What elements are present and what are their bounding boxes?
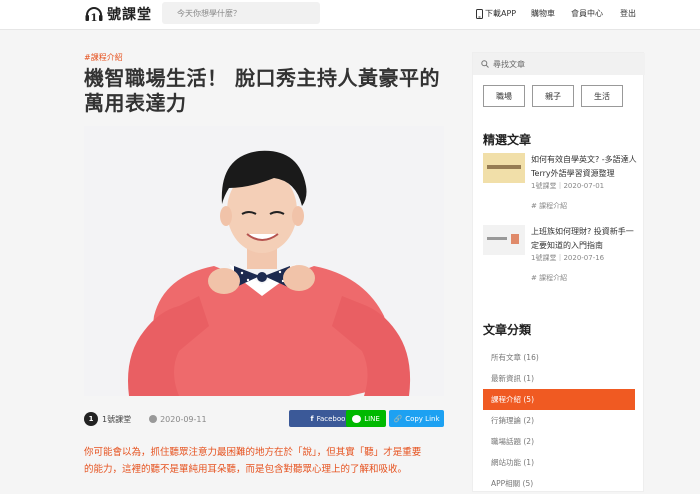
- svg-text:1: 1: [91, 13, 98, 24]
- category-item[interactable]: 網站功能 (1): [483, 452, 635, 473]
- facebook-icon: f: [310, 414, 314, 423]
- tag-button-parenting[interactable]: 親子: [532, 85, 574, 107]
- article-title: 機智職場生活！ 脫口秀主持人黃豪平的 萬用表達力: [84, 66, 444, 116]
- nav-download-app-label: 下載APP: [485, 9, 517, 18]
- share-line-label: LINE: [364, 414, 380, 423]
- featured-article-2[interactable]: 上班族如何理財? 投資新手一定要知道的入門指南 1號課堂｜2020-07-16 …: [483, 225, 638, 285]
- line-icon: [352, 414, 362, 423]
- nav-logout-label: 登出: [620, 9, 636, 18]
- sidebar-search[interactable]: [473, 53, 645, 75]
- nav-cart[interactable]: 購物車: [531, 8, 555, 19]
- author-name[interactable]: 1號課堂: [102, 414, 131, 425]
- featured-title[interactable]: 上班族如何理財? 投資新手一定要知道的入門指南: [531, 225, 639, 253]
- featured-meta: 1號課堂｜2020-07-16: [531, 254, 605, 262]
- phone-icon: [476, 8, 483, 19]
- link-icon: 🔗: [393, 414, 403, 423]
- featured-thumbnail: [483, 225, 525, 255]
- article-title-line2: 萬用表達力: [84, 91, 187, 115]
- tag-button-life[interactable]: 生活: [581, 85, 623, 107]
- header-search[interactable]: [162, 2, 320, 24]
- article-category-tag[interactable]: #課程介紹: [84, 52, 444, 63]
- logo-headphones-icon: 1: [84, 4, 104, 24]
- featured-title[interactable]: 如何有效自學英文? -多語達人Terry外語學習資源整理: [531, 153, 639, 181]
- article-title-line1: 機智職場生活！ 脫口秀主持人黃豪平的: [84, 66, 440, 90]
- nav-download-app[interactable]: 下載APP: [476, 8, 516, 19]
- article-lead-line2: 的能力，這裡的聽不是單純用耳朵聽，而是包含對聽眾心理上的了解和吸收。: [84, 464, 408, 475]
- featured-heading: 精選文章: [483, 133, 532, 147]
- featured-meta: 1號課堂｜2020-07-01: [531, 182, 605, 190]
- sidebar-search-input[interactable]: [493, 59, 633, 69]
- article-meta: 1 1號課堂 2020-09-11 f Facebook LINE 🔗 Copy…: [84, 410, 444, 428]
- article-lead-line1: 你可能會以為，抓住聽眾注意力最困難的地方在於「說」，但其實「聽」才是重要: [84, 447, 422, 458]
- categories-heading: 文章分類: [483, 323, 532, 337]
- site-logo[interactable]: 1 號課堂: [84, 3, 152, 25]
- featured-tag[interactable]: # 課程介紹: [531, 273, 567, 283]
- search-input[interactable]: [177, 8, 307, 18]
- article-date: 2020-09-11: [160, 414, 207, 424]
- clock-icon: [149, 415, 158, 423]
- nav-member-label: 會員中心: [571, 9, 603, 18]
- tag-button-workplace[interactable]: 職場: [483, 85, 525, 107]
- article-lead: 你可能會以為，抓住聽眾注意力最困難的地方在於「說」，但其實「聽」才是重要 的能力…: [84, 444, 444, 478]
- category-item[interactable]: 職場話題 (2): [483, 431, 635, 452]
- top-bar: 1 號課堂 下載APP 購物車 會員中心 登出: [0, 0, 700, 30]
- featured-thumbnail: [483, 153, 525, 183]
- category-item[interactable]: 最新資訊 (1): [483, 368, 635, 389]
- copy-link-button[interactable]: 🔗 Copy Link: [389, 410, 444, 427]
- author-avatar: 1: [84, 412, 98, 426]
- sidebar: 職場 親子 生活 精選文章 如何有效自學英文? -多語達人Terry外語學習資源…: [472, 52, 645, 494]
- copy-link-label: Copy Link: [405, 414, 440, 423]
- category-list: 所有文章 (16) 最新資訊 (1) 課程介紹 (5) 行銷理論 (2) 職場話…: [483, 347, 635, 494]
- nav-logout[interactable]: 登出: [620, 8, 636, 19]
- presenter-photo: [84, 126, 444, 396]
- article-header: #課程介紹 機智職場生活！ 脫口秀主持人黃豪平的 萬用表達力: [84, 52, 444, 116]
- search-icon: [481, 60, 489, 68]
- share-facebook-label: Facebook: [316, 414, 350, 423]
- featured-tag[interactable]: # 課程介紹: [531, 201, 567, 211]
- nav-member-center[interactable]: 會員中心: [571, 8, 603, 19]
- article-hero-image: [84, 126, 444, 396]
- logo-text: 號課堂: [107, 7, 152, 23]
- share-line-button[interactable]: LINE: [346, 410, 386, 427]
- category-item[interactable]: 所有文章 (16): [483, 347, 635, 368]
- nav-cart-label: 購物車: [531, 9, 555, 18]
- category-item-active[interactable]: 課程介紹 (5): [483, 389, 635, 410]
- featured-article-1[interactable]: 如何有效自學英文? -多語達人Terry外語學習資源整理 1號課堂｜2020-0…: [483, 153, 638, 213]
- category-item[interactable]: 行銷理論 (2): [483, 410, 635, 431]
